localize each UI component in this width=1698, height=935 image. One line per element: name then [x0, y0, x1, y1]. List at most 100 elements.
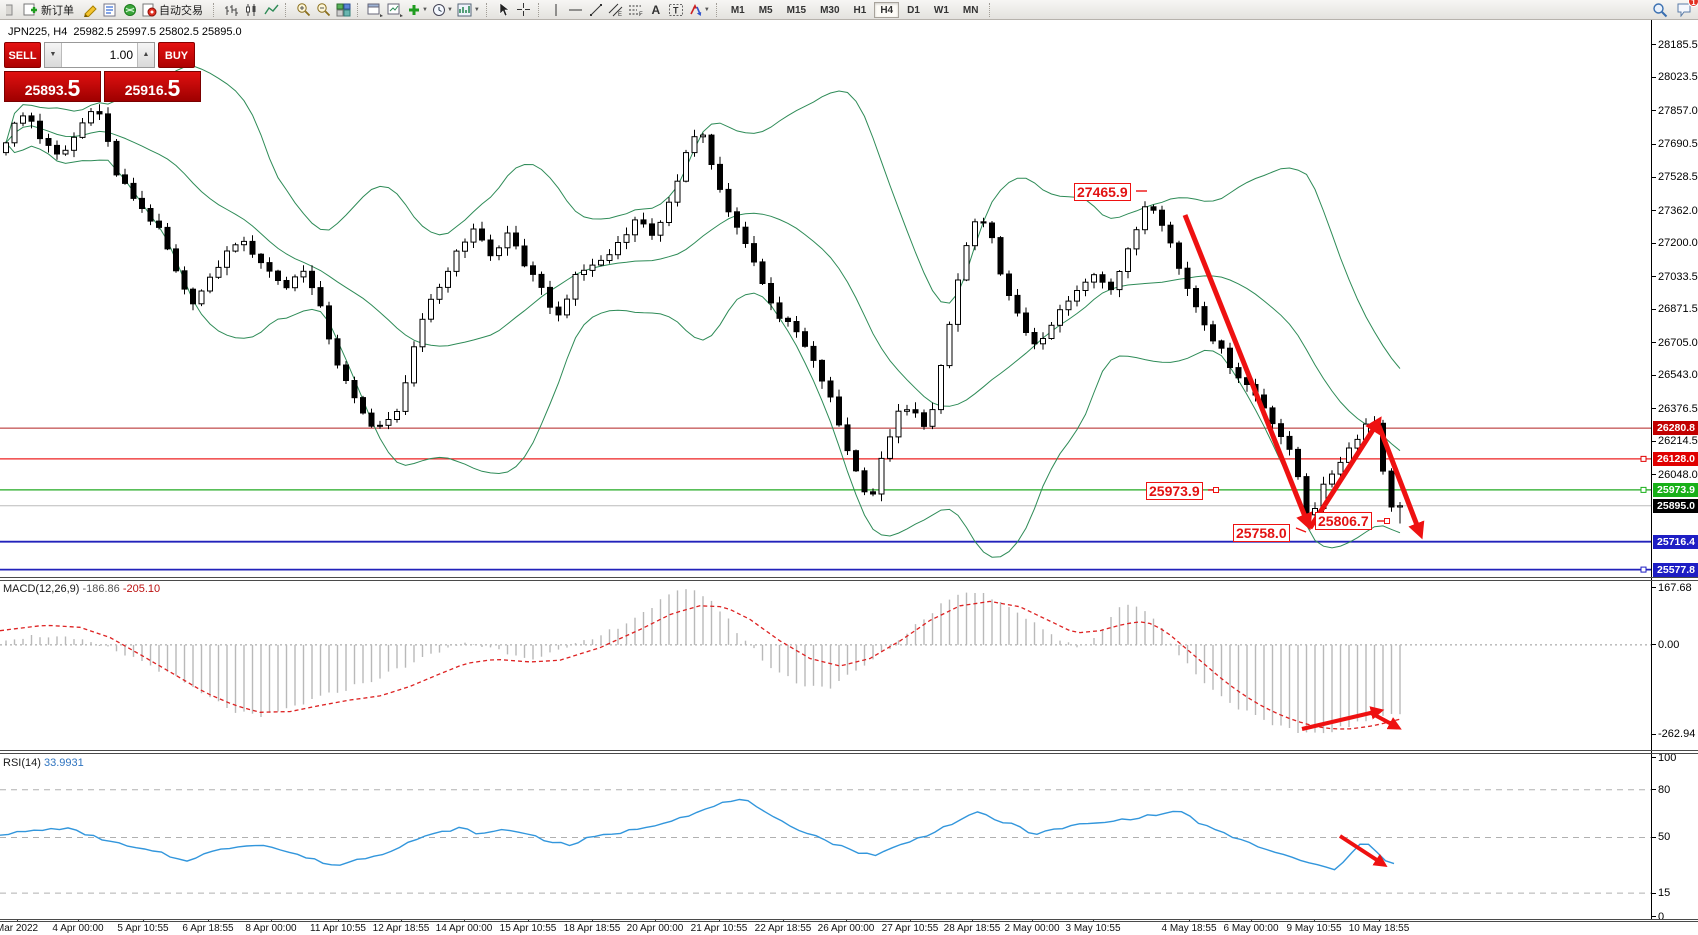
crosshair-tool[interactable] [515, 1, 533, 19]
candle [1007, 274, 1012, 296]
arrows-shapes-tool[interactable]: ▼ [687, 1, 711, 19]
line-anchor[interactable] [1641, 567, 1646, 572]
period-clock-button[interactable]: ▼ [431, 1, 454, 19]
timeframe-M30[interactable]: M30 [814, 2, 845, 18]
bar-chart-mode-icon[interactable] [222, 1, 240, 19]
annotation-arrows[interactable] [1136, 191, 1646, 572]
candle [871, 492, 876, 494]
price-annotation-25973.9[interactable]: 25973.9 [1146, 482, 1203, 500]
time-label: 2 May 00:00 [1004, 923, 1059, 934]
autotrading-button[interactable]: 自动交易 [141, 1, 208, 19]
fibonacci-tool[interactable]: F [627, 1, 645, 19]
pane-separator[interactable] [0, 580, 1698, 581]
timeframe-D1[interactable]: D1 [901, 2, 926, 18]
candle [242, 241, 247, 244]
candle [930, 410, 935, 427]
main-toolbar: 新订单 自动交易 ▼ ▼ ▼ E F A T ▼ M1M5M15M30H1H4D… [0, 0, 1698, 20]
zoom-in-icon[interactable] [294, 1, 312, 19]
timeframe-H1[interactable]: H1 [848, 2, 873, 18]
chart-profile-icon[interactable] [386, 1, 404, 19]
tile-windows-icon[interactable] [334, 1, 352, 19]
timeframe-M1[interactable]: M1 [725, 2, 751, 18]
search-icon[interactable] [1651, 1, 1669, 19]
timeframe-M15[interactable]: M15 [781, 2, 812, 18]
template-button[interactable]: ▼ [456, 1, 481, 19]
new-order-button[interactable]: 新订单 [22, 1, 79, 19]
candle [46, 139, 51, 146]
time-axis: Mar 20224 Apr 00:005 Apr 10:556 Apr 18:5… [0, 922, 1698, 935]
price-badge-25973.9: 25973.9 [1653, 483, 1698, 497]
price-pane [0, 20, 1651, 578]
buy-price-button[interactable]: 25916.5 [104, 71, 201, 102]
candle [446, 271, 451, 287]
candle [361, 398, 366, 413]
candle [437, 287, 442, 299]
price-annotation-27465.9[interactable]: 27465.9 [1074, 183, 1131, 201]
report-icon[interactable] [101, 1, 119, 19]
rsi-arrow[interactable] [1340, 836, 1383, 864]
horizontal-lines[interactable] [0, 428, 1651, 569]
time-label: 6 Apr 18:55 [182, 923, 233, 934]
buy-button[interactable]: BUY [158, 42, 195, 68]
line-chart-mode-icon[interactable] [262, 1, 280, 19]
price-badge-25895.0: 25895.0 [1653, 499, 1698, 513]
candle [1049, 325, 1054, 338]
clipped-icon[interactable] [2, 1, 20, 19]
text-label-tool[interactable]: T [667, 1, 685, 19]
candles [4, 104, 1403, 523]
candle [599, 260, 604, 265]
buy-price-pip: 5 [168, 78, 181, 99]
sell-button[interactable]: SELL [4, 42, 41, 68]
line-anchor[interactable] [1641, 487, 1646, 492]
candle [157, 221, 162, 227]
candle [21, 116, 26, 123]
equidistant-channel-tool[interactable]: E [607, 1, 625, 19]
trend-arrow[interactable] [1185, 215, 1308, 524]
candle [888, 437, 893, 459]
timeframe-MN[interactable]: MN [957, 2, 985, 18]
pane-separator[interactable] [0, 753, 1698, 754]
new-chart-window-icon[interactable] [366, 1, 384, 19]
time-label: Mar 2022 [0, 923, 38, 934]
candle [1066, 301, 1071, 310]
candle [684, 153, 689, 182]
candle [89, 112, 94, 123]
vertical-line-tool[interactable] [547, 1, 565, 19]
volume-increase-button[interactable]: ▲ [137, 43, 154, 67]
candle [624, 235, 629, 243]
line-anchor[interactable] [1641, 456, 1646, 461]
add-indicator-button[interactable]: ▼ [406, 1, 429, 19]
candle [820, 360, 825, 381]
axis-tick: 80 [1652, 784, 1670, 796]
pane-separator[interactable] [0, 577, 1698, 578]
candle [1219, 341, 1224, 348]
price-annotation-25758.0[interactable]: 25758.0 [1233, 524, 1290, 542]
timeframe-M5[interactable]: M5 [753, 2, 779, 18]
volume-decrease-button[interactable]: ▼ [45, 43, 62, 67]
candle [1092, 275, 1097, 282]
candle [862, 471, 867, 492]
candle [1236, 368, 1241, 378]
timeframe-H4[interactable]: H4 [874, 2, 899, 18]
time-label: 4 Apr 00:00 [52, 923, 103, 934]
candle [38, 121, 43, 138]
sell-price-button[interactable]: 25893.5 [4, 71, 101, 102]
chevron-down-icon: ▼ [447, 7, 453, 13]
timeframe-W1[interactable]: W1 [928, 2, 955, 18]
text-tool[interactable]: A [647, 1, 665, 19]
zoom-out-icon[interactable] [314, 1, 332, 19]
horizontal-line-tool[interactable] [567, 1, 585, 19]
candle [55, 145, 60, 154]
notifications-chat-icon[interactable]: 1 [1675, 1, 1694, 19]
candle [896, 411, 901, 437]
trendline-tool[interactable] [587, 1, 605, 19]
candle [191, 289, 196, 304]
cursor-tool[interactable] [495, 1, 513, 19]
signal-globe-icon[interactable] [121, 1, 139, 19]
toolbar-separator [989, 3, 993, 17]
candlestick-mode-icon[interactable] [242, 1, 260, 19]
pane-separator[interactable] [0, 750, 1698, 751]
crayon-icon[interactable] [81, 1, 99, 19]
volume-input[interactable] [62, 43, 137, 67]
price-annotation-25806.7[interactable]: 25806.7 [1315, 512, 1372, 530]
